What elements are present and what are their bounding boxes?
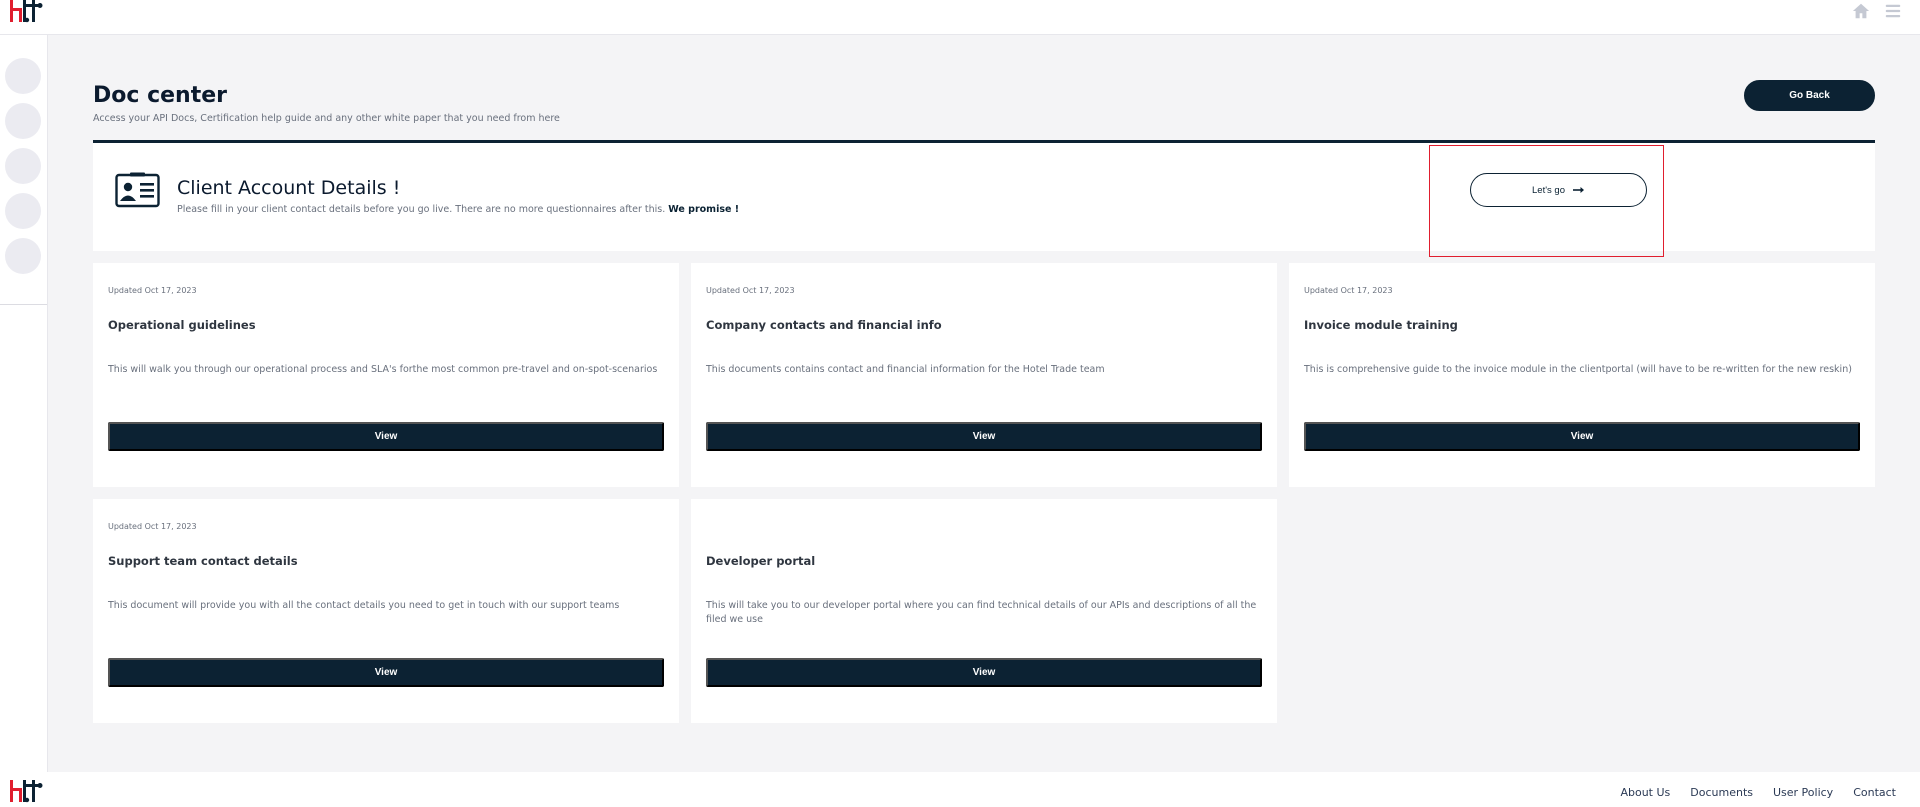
doc-title: Company contacts and financial info: [706, 318, 942, 332]
sidebar-item-2[interactable]: [5, 103, 41, 139]
hotel-trade-logo[interactable]: [9, 0, 43, 24]
view-button[interactable]: View: [706, 422, 1262, 451]
doc-card: Updated Oct 17, 2023 Company contacts an…: [691, 263, 1277, 487]
menu-icon[interactable]: [1884, 2, 1902, 20]
hotel-trade-logo[interactable]: [9, 780, 43, 804]
header-icons: [1852, 2, 1902, 20]
home-icon[interactable]: [1852, 2, 1870, 20]
doc-title: Operational guidelines: [108, 318, 256, 332]
view-button[interactable]: View: [706, 658, 1262, 687]
doc-card: Developer portal This will take you to o…: [691, 499, 1277, 723]
doc-description: This documents contains contact and fina…: [706, 364, 1105, 375]
sidebar-item-4[interactable]: [5, 193, 41, 229]
footer-link-contact[interactable]: Contact: [1853, 786, 1896, 799]
view-button[interactable]: View: [108, 658, 664, 687]
footer-link-about-us[interactable]: About Us: [1620, 786, 1670, 799]
page-title: Doc center: [93, 83, 227, 108]
doc-updated: Updated Oct 17, 2023: [706, 286, 795, 295]
doc-description: This is comprehensive guide to the invoi…: [1304, 364, 1852, 375]
doc-description: This will take you to our developer port…: [706, 600, 1257, 625]
page-subtitle: Access your API Docs, Certification help…: [93, 113, 560, 124]
sidebar-item-1[interactable]: [5, 58, 41, 94]
doc-title: Support team contact details: [108, 554, 298, 568]
doc-description: This will walk you through our operation…: [108, 364, 658, 375]
account-subtitle-text: Please fill in your client contact detai…: [177, 204, 666, 215]
arrow-right-icon: [1572, 187, 1584, 193]
doc-updated: Updated Oct 17, 2023: [1304, 286, 1393, 295]
lets-go-button[interactable]: Let's go: [1470, 173, 1647, 207]
top-bar: [0, 0, 1920, 35]
account-subtitle: Please fill in your client contact detai…: [177, 204, 739, 215]
doc-card: Updated Oct 17, 2023 Support team contac…: [93, 499, 679, 723]
account-promise: We promise !: [668, 204, 740, 215]
doc-updated: Updated Oct 17, 2023: [108, 286, 197, 295]
view-button[interactable]: View: [108, 422, 664, 451]
footer-links: About Us Documents User Policy Contact: [1620, 786, 1896, 799]
account-title: Client Account Details !: [177, 177, 401, 199]
doc-title: Developer portal: [706, 554, 816, 568]
footer: About Us Documents User Policy Contact: [0, 772, 1920, 807]
footer-link-user-policy[interactable]: User Policy: [1773, 786, 1833, 799]
sidebar: [0, 35, 48, 772]
doc-title: Invoice module training: [1304, 318, 1458, 332]
sidebar-divider: [0, 304, 47, 305]
lets-go-label: Let's go: [1532, 184, 1565, 196]
sidebar-item-5[interactable]: [5, 238, 41, 274]
contact-card-icon: [115, 172, 160, 208]
client-account-card: Client Account Details ! Please fill in …: [93, 140, 1875, 257]
go-back-button[interactable]: Go Back: [1744, 80, 1875, 111]
sidebar-item-3[interactable]: [5, 148, 41, 184]
view-button[interactable]: View: [1304, 422, 1860, 451]
doc-description: This document will provide you with all …: [108, 600, 620, 611]
doc-card: Updated Oct 17, 2023 Operational guideli…: [93, 263, 679, 487]
doc-updated: Updated Oct 17, 2023: [108, 522, 197, 531]
doc-card: Updated Oct 17, 2023 Invoice module trai…: [1289, 263, 1875, 487]
footer-link-documents[interactable]: Documents: [1690, 786, 1753, 799]
